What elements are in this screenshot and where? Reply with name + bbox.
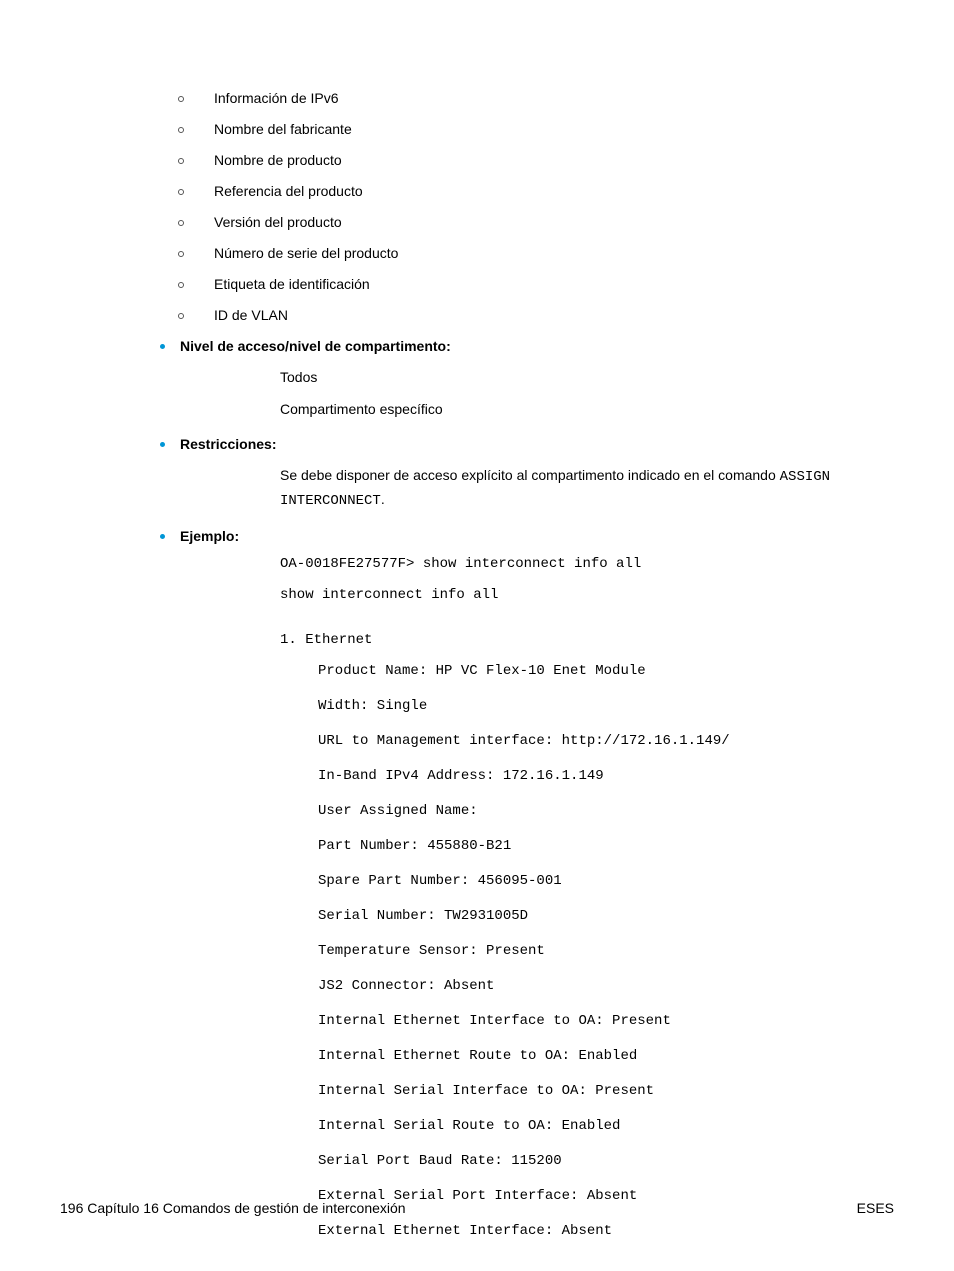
solid-bullet-icon <box>160 442 165 447</box>
example-cmd: OA-0018FE27577F> show interconnect info … <box>280 554 894 575</box>
example-detail: Internal Serial Route to OA: Enabled <box>318 1116 894 1137</box>
sub-item-text: Versión del producto <box>214 214 342 230</box>
restrictions-text: Se debe disponer de acceso explícito al … <box>280 464 894 513</box>
hollow-bullet-icon <box>178 158 184 164</box>
main-item-restrictions: Restricciones: Se debe disponer de acces… <box>160 436 894 513</box>
solid-bullet-icon <box>160 344 165 349</box>
example-detail: Width: Single <box>318 696 894 717</box>
sub-item-text: Nombre del fabricante <box>214 121 352 137</box>
hollow-bullet-icon <box>178 313 184 319</box>
solid-bullet-icon <box>160 534 165 539</box>
main-item-access: Nivel de acceso/nivel de compartimento: … <box>160 338 894 421</box>
sub-item: Número de serie del producto <box>178 245 894 261</box>
sub-bullet-list: Información de IPv6 Nombre del fabricant… <box>178 90 894 323</box>
sub-item: Nombre del fabricante <box>178 121 894 137</box>
example-detail: Internal Serial Interface to OA: Present <box>318 1081 894 1102</box>
sub-item: Versión del producto <box>178 214 894 230</box>
sub-item: Etiqueta de identificación <box>178 276 894 292</box>
example-block: OA-0018FE27577F> show interconnect info … <box>280 554 894 1242</box>
sub-item-text: Etiqueta de identificación <box>214 276 370 292</box>
example-detail: User Assigned Name: <box>318 801 894 822</box>
page-content: Información de IPv6 Nombre del fabricant… <box>0 0 954 1242</box>
example-detail-block: 1. Ethernet Product Name: HP VC Flex-10 … <box>280 630 894 1242</box>
access-line: Compartimento específico <box>280 398 894 420</box>
sub-item: Información de IPv6 <box>178 90 894 106</box>
example-detail: Internal Ethernet Interface to OA: Prese… <box>318 1011 894 1032</box>
page-footer: 196 Capítulo 16 Comandos de gestión de i… <box>60 1200 894 1216</box>
footer-left: 196 Capítulo 16 Comandos de gestión de i… <box>60 1200 406 1216</box>
sub-item-text: Información de IPv6 <box>214 90 339 106</box>
example-detail: Internal Ethernet Route to OA: Enabled <box>318 1046 894 1067</box>
access-line: Todos <box>280 366 894 388</box>
section-title: Nivel de acceso/nivel de compartimento: <box>180 338 451 354</box>
sub-item: ID de VLAN <box>178 307 894 323</box>
sub-item-text: Número de serie del producto <box>214 245 398 261</box>
sub-item-text: Referencia del producto <box>214 183 363 199</box>
main-bullet-list: Nivel de acceso/nivel de compartimento: … <box>160 338 894 1242</box>
example-header: 1. Ethernet <box>280 630 894 651</box>
example-detail: In-Band IPv4 Address: 172.16.1.149 <box>318 766 894 787</box>
access-content: Todos Compartimento específico <box>280 366 894 421</box>
hollow-bullet-icon <box>178 282 184 288</box>
example-detail: Serial Number: TW2931005D <box>318 906 894 927</box>
example-detail: JS2 Connector: Absent <box>318 976 894 997</box>
example-detail: Product Name: HP VC Flex-10 Enet Module <box>318 661 894 682</box>
section-title: Restricciones: <box>180 436 276 452</box>
sub-item: Nombre de producto <box>178 152 894 168</box>
hollow-bullet-icon <box>178 96 184 102</box>
example-detail: Spare Part Number: 456095-001 <box>318 871 894 892</box>
hollow-bullet-icon <box>178 127 184 133</box>
hollow-bullet-icon <box>178 251 184 257</box>
hollow-bullet-icon <box>178 220 184 226</box>
example-detail: Part Number: 455880-B21 <box>318 836 894 857</box>
example-detail: Temperature Sensor: Present <box>318 941 894 962</box>
sub-item-text: ID de VLAN <box>214 307 288 323</box>
restrictions-content: Se debe disponer de acceso explícito al … <box>280 464 894 513</box>
restrictions-suffix: . <box>381 491 385 507</box>
example-detail: URL to Management interface: http://172.… <box>318 731 894 752</box>
sub-item: Referencia del producto <box>178 183 894 199</box>
hollow-bullet-icon <box>178 189 184 195</box>
footer-right: ESES <box>857 1200 894 1216</box>
main-item-example: Ejemplo: OA-0018FE27577F> show interconn… <box>160 528 894 1242</box>
example-cmd: show interconnect info all <box>280 585 894 606</box>
example-detail: External Ethernet Interface: Absent <box>318 1221 894 1242</box>
section-title: Ejemplo: <box>180 528 239 544</box>
restrictions-prefix: Se debe disponer de acceso explícito al … <box>280 467 780 483</box>
example-detail: Serial Port Baud Rate: 115200 <box>318 1151 894 1172</box>
sub-item-text: Nombre de producto <box>214 152 342 168</box>
